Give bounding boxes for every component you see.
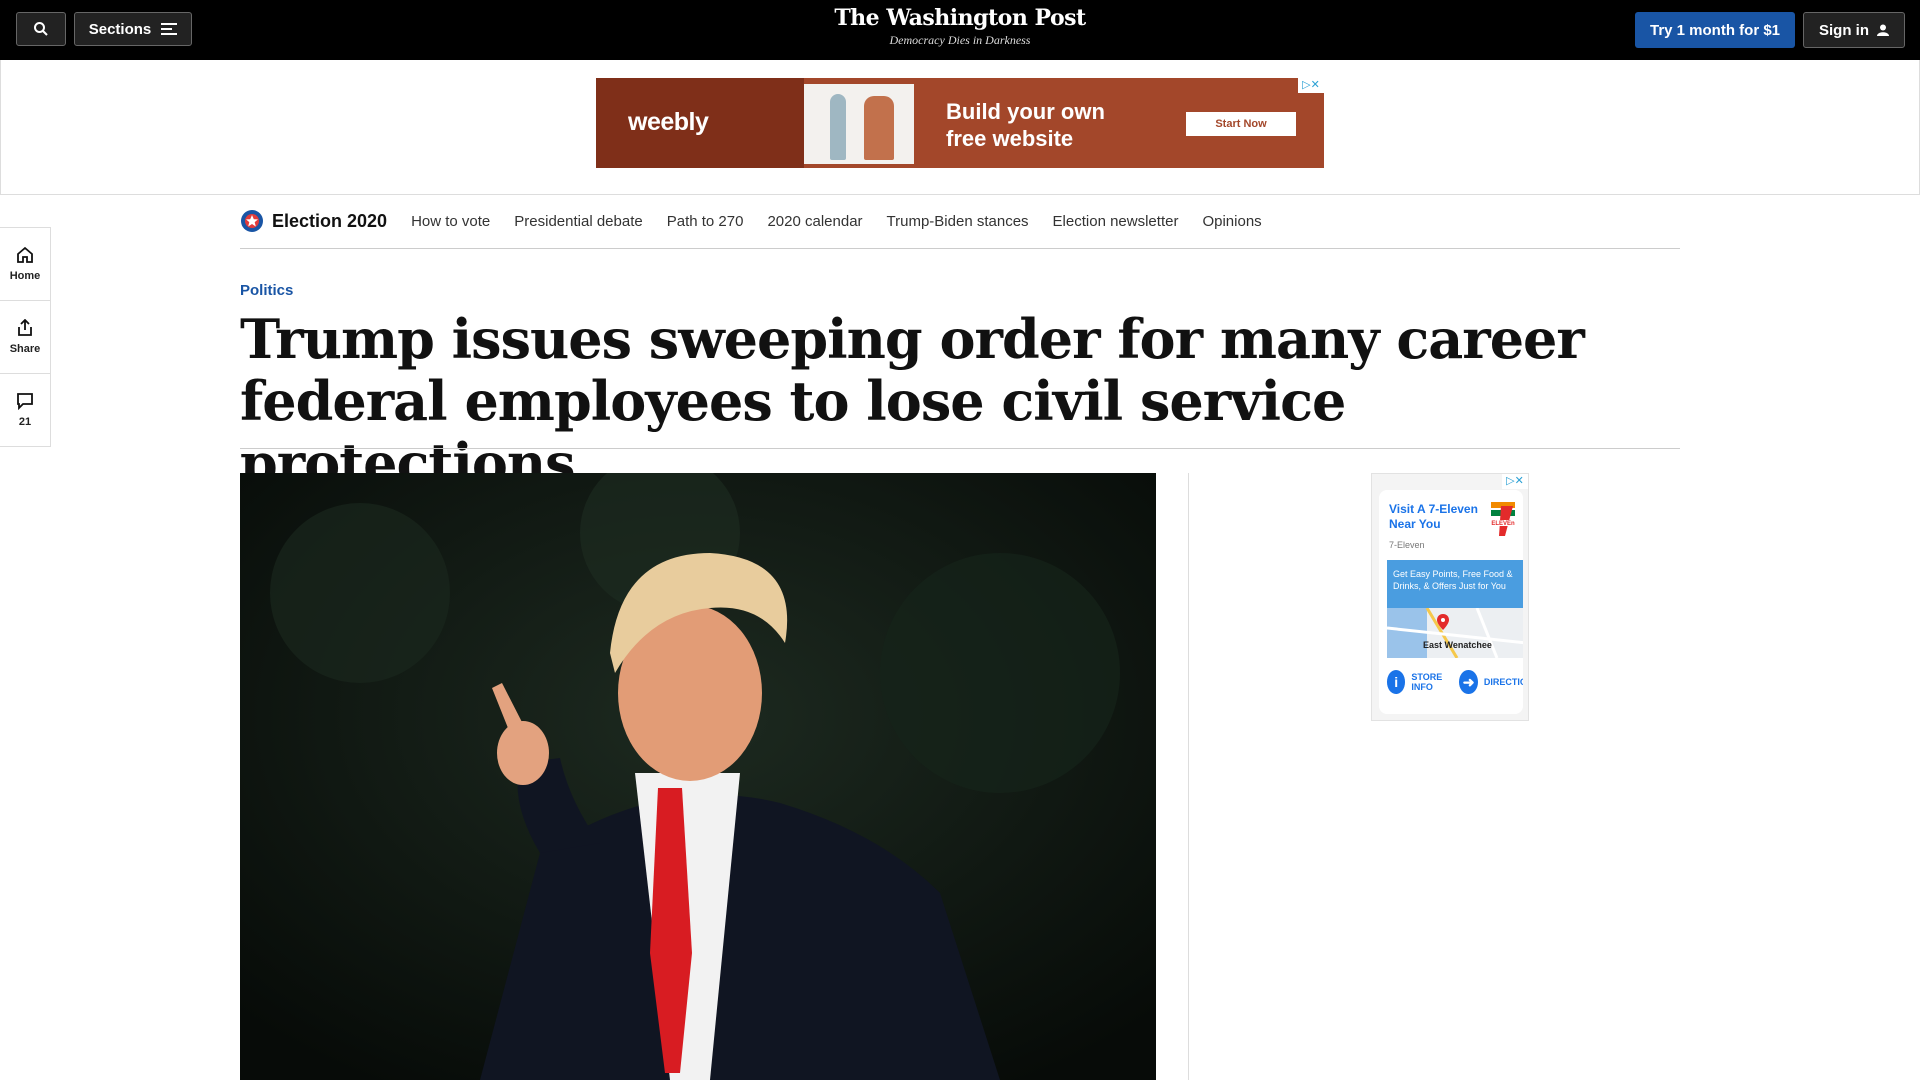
comments-button[interactable]: 21 — [0, 374, 50, 446]
ad-figure — [830, 94, 846, 160]
ad-promo-text: Get Easy Points, Free Food & Drinks, & O… — [1387, 560, 1523, 608]
home-button[interactable]: Home — [0, 228, 50, 301]
sections-menu-button[interactable]: Sections — [74, 12, 192, 46]
user-icon — [1877, 24, 1889, 36]
info-icon[interactable]: i — [1387, 670, 1406, 694]
lead-photo — [240, 473, 1156, 1080]
ad-card: Visit A 7-Eleven Near You 7-Eleven ELEVE… — [1379, 490, 1523, 714]
top-navigation-bar: Sections The Washington Post Democracy D… — [0, 0, 1920, 60]
adchoices-icon[interactable]: ▷✕ — [1502, 474, 1528, 489]
ad-brand: weebly — [628, 108, 709, 136]
sign-in-label: Sign in — [1819, 21, 1869, 39]
ad-headline-line: Build your own — [946, 99, 1105, 124]
ad-actions: i STORE INFO ➜ DIRECTIONS — [1387, 670, 1523, 694]
nav-link-presidential-debate[interactable]: Presidential debate — [514, 213, 642, 230]
share-button[interactable]: Share — [0, 301, 50, 374]
share-icon — [18, 319, 32, 336]
ad-advertiser: 7-Eleven — [1389, 540, 1425, 550]
directions-icon[interactable]: ➜ — [1459, 670, 1478, 694]
nav-link-opinions[interactable]: Opinions — [1202, 213, 1261, 230]
ad-brand-panel: weebly — [596, 78, 804, 168]
directions-link[interactable]: DIRECTIONS — [1484, 677, 1523, 687]
photo-illustration — [240, 473, 1156, 1080]
column-divider — [1188, 473, 1189, 1080]
adchoices-icon[interactable]: ▷✕ — [1298, 78, 1324, 93]
nav-link-path-to-270[interactable]: Path to 270 — [667, 213, 744, 230]
svg-text:ELEVEn: ELEVEn — [1491, 521, 1515, 527]
home-icon — [17, 246, 33, 263]
election-subnav: Election 2020 How to vote Presidential d… — [240, 194, 1680, 249]
ad-headline: Build your own free website — [946, 98, 1105, 152]
subscribe-button[interactable]: Try 1 month for $1 — [1635, 12, 1795, 48]
ad-figure — [864, 96, 894, 160]
article-kicker[interactable]: Politics — [240, 282, 293, 299]
sign-in-button[interactable]: Sign in — [1803, 12, 1905, 48]
comment-icon — [17, 393, 33, 410]
ad-title: Visit A 7-Eleven Near You — [1389, 502, 1478, 531]
election-title[interactable]: Election 2020 — [272, 211, 387, 232]
share-label: Share — [9, 343, 41, 355]
map-graphic — [1387, 608, 1523, 658]
sections-label: Sections — [88, 20, 152, 38]
7-eleven-logo-icon: ELEVEn — [1489, 502, 1517, 536]
menu-icon — [161, 23, 178, 35]
divider — [240, 448, 1680, 449]
article-headline: Trump issues sweeping order for many car… — [240, 307, 1585, 495]
nav-link-election-newsletter[interactable]: Election newsletter — [1053, 213, 1179, 230]
ad-cta-button[interactable]: Start Now — [1186, 112, 1296, 136]
ad-image — [804, 84, 914, 164]
election-star-icon — [241, 210, 263, 232]
banner-ad[interactable]: weebly Build your own free website Start… — [596, 78, 1324, 168]
ad-map[interactable]: East Wenatchee — [1387, 608, 1523, 658]
map-label: East Wenatchee — [1423, 640, 1492, 650]
nav-link-2020-calendar[interactable]: 2020 calendar — [767, 213, 862, 230]
comments-count: 21 — [18, 416, 32, 428]
logo-tagline: Democracy Dies in Darkness — [889, 33, 1031, 47]
nav-link-how-to-vote[interactable]: How to vote — [411, 213, 490, 230]
nav-link-trump-biden-stances[interactable]: Trump-Biden stances — [887, 213, 1029, 230]
home-label: Home — [9, 270, 41, 282]
search-button[interactable] — [16, 12, 66, 46]
sidebar-ad[interactable]: ▷✕ Visit A 7-Eleven Near You 7-Eleven EL… — [1371, 473, 1529, 721]
logo-title: The Washington Post — [834, 5, 1086, 31]
ad-headline-line: free website — [946, 126, 1074, 151]
left-action-rail: Home Share 21 — [0, 227, 51, 447]
store-info-link[interactable]: STORE INFO — [1411, 672, 1453, 692]
search-icon — [34, 22, 48, 36]
site-logo[interactable]: The Washington Post Democracy Dies in Da… — [760, 5, 1160, 48]
